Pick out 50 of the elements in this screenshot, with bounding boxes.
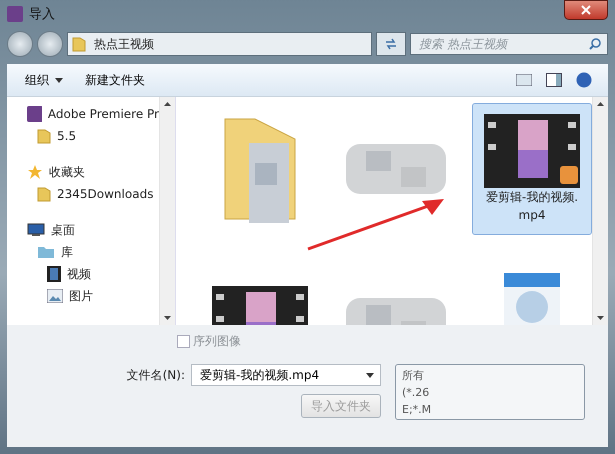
organize-menu[interactable]: 组织 [23,70,65,90]
address-bar[interactable]: 热点王视频 [67,32,372,56]
filename-label: 文件名(N): [126,367,185,384]
star-icon [27,164,43,180]
scrollbar[interactable] [159,97,175,325]
folder-icon [37,245,55,259]
sidebar-item[interactable]: 视频 [47,263,159,285]
search-input[interactable]: 搜索 热点王视频 [417,36,585,52]
close-icon [581,5,591,15]
file-name: 爱剪辑-我的视频.mp4 [484,189,580,224]
preview-pane-icon[interactable] [546,73,562,87]
scroll-down-icon [164,316,171,320]
refresh-icon [384,38,398,50]
sidebar-item[interactable]: 桌面 [27,219,159,241]
checkbox[interactable] [177,335,190,348]
window-title: 导入 [29,6,55,23]
caret-icon [366,372,374,378]
scrollbar[interactable] [592,97,608,325]
sidebar-item[interactable]: 图片 [47,285,159,307]
breadcrumb[interactable]: 热点王视频 [94,36,154,52]
folder-icon [72,36,86,52]
caret-icon [55,78,63,82]
monitor-icon [27,223,45,237]
file-item[interactable]: 爱剪辑-我的视频.mp4 [472,103,592,235]
search-icon [589,38,601,50]
new-folder-button[interactable]: 新建文件夹 [83,70,147,90]
app-icon [27,106,42,122]
close-button[interactable] [564,0,608,20]
folder-icon [37,186,51,202]
app-icon [7,6,23,22]
sidebar-item[interactable]: Adobe Premiere Pr [27,103,159,125]
search-field[interactable]: 搜索 热点王视频 [410,33,608,55]
sidebar-item[interactable]: 5.5 [37,125,159,147]
checkbox-label: 序列图像 [193,333,241,350]
folder-icon [37,128,51,144]
help-icon[interactable] [576,72,592,88]
filetype-dropdown[interactable]: 所有 (*.26 E;*.M [395,364,585,420]
film-icon [47,266,61,282]
sidebar-item[interactable]: 库 [37,241,159,263]
forward-button[interactable] [37,31,63,57]
scroll-up-icon [597,102,604,106]
sidebar-item[interactable]: 收藏夹 [27,161,159,183]
back-button[interactable] [7,31,33,57]
view-icon[interactable] [516,74,532,86]
image-icon [47,289,63,303]
scroll-up-icon [164,102,171,106]
scroll-down-icon [597,316,604,320]
filename-field[interactable]: 爱剪辑-我的视频.mp4 [191,364,381,386]
refresh-button[interactable] [376,32,406,56]
sidebar-item[interactable]: 2345Downloads [37,183,159,205]
